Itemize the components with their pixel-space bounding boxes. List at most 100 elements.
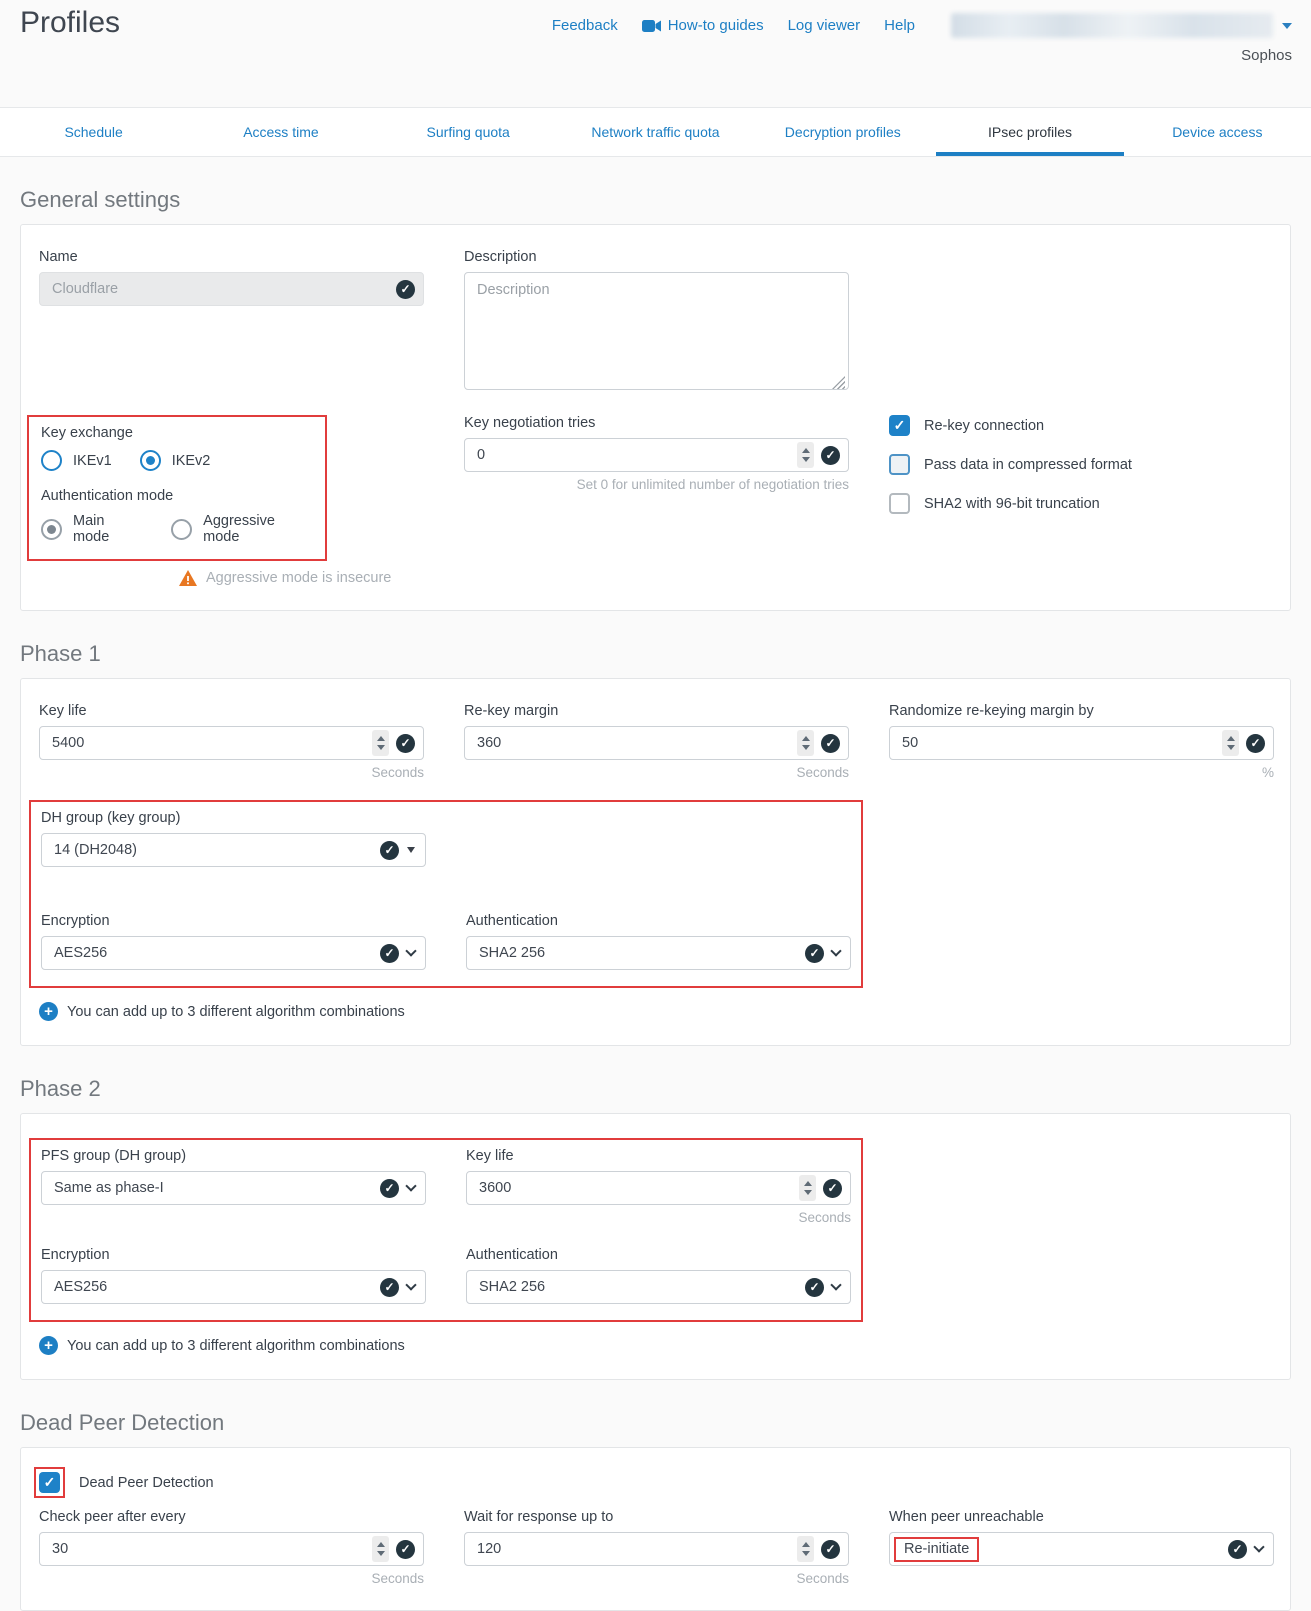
field-label: Encryption (41, 1247, 426, 1263)
log-viewer-label: Log viewer (788, 17, 861, 34)
valid-check-icon (380, 944, 399, 963)
header-links: Feedback How-to guides Log viewer Help (552, 13, 1292, 38)
tab-network-traffic-quota[interactable]: Network traffic quota (562, 108, 749, 156)
help-label: Help (884, 17, 915, 34)
p2-add-combination[interactable]: You can add up to 3 different algorithm … (39, 1336, 1272, 1355)
page-header: Profiles Feedback How-to guides Log view… (0, 0, 1311, 107)
check-peer-input[interactable] (39, 1532, 424, 1566)
p1-key-life-input[interactable] (39, 726, 424, 760)
key-negotiation-input[interactable] (464, 438, 849, 472)
valid-check-icon (805, 944, 824, 963)
p2-key-life-input[interactable] (466, 1171, 851, 1205)
p1-add-combination[interactable]: You can add up to 3 different algorithm … (39, 1002, 1272, 1021)
checkbox-rekey-connection[interactable]: Re-key connection (889, 415, 1274, 436)
name-input[interactable] (39, 272, 424, 306)
radio-aggressive-mode[interactable]: Aggressive mode (171, 513, 313, 545)
wait-response-input[interactable] (464, 1532, 849, 1566)
number-stepper[interactable] (799, 1175, 816, 1201)
radio-icon (41, 450, 62, 471)
howto-guides-link[interactable]: How-to guides (642, 17, 764, 34)
p2-authentication-field: Authentication SHA2 256 (466, 1247, 851, 1304)
tab-access-time[interactable]: Access time (187, 108, 374, 156)
select-value: 14 (DH2048) (54, 842, 137, 858)
valid-check-icon (821, 734, 840, 753)
key-negotiation-label: Key negotiation tries (464, 415, 849, 431)
select-value: SHA2 256 (479, 1279, 545, 1295)
phase2-heading: Phase 2 (20, 1076, 1291, 1102)
field-label: Authentication (466, 913, 851, 929)
tab-device-access[interactable]: Device access (1124, 108, 1311, 156)
tab-decryption-profiles[interactable]: Decryption profiles (749, 108, 936, 156)
field-label: Wait for response up to (464, 1509, 849, 1525)
number-stepper[interactable] (372, 1536, 389, 1562)
warning-text: Aggressive mode is insecure (206, 570, 391, 586)
tab-schedule[interactable]: Schedule (0, 108, 187, 156)
select-value: Same as phase-I (54, 1180, 164, 1196)
p2-authentication-select[interactable]: SHA2 256 (466, 1270, 851, 1304)
radio-ikev2[interactable]: IKEv2 (140, 450, 211, 471)
p1-encryption-select[interactable]: AES256 (41, 936, 426, 970)
valid-check-icon (396, 280, 415, 299)
phase1-card: Key life Seconds Re-key margin Seconds (20, 678, 1291, 1046)
phase2-card: PFS group (DH group) Same as phase-I Key… (20, 1113, 1291, 1380)
number-stepper[interactable] (797, 442, 814, 468)
header-right: Feedback How-to guides Log viewer Help S… (552, 13, 1292, 64)
plus-icon (39, 1002, 58, 1021)
select-value: AES256 (54, 1279, 107, 1295)
radio-main-mode-label: Main mode (73, 513, 143, 545)
p1-authentication-select[interactable]: SHA2 256 (466, 936, 851, 970)
dh-group-select[interactable]: 14 (DH2048) (41, 833, 426, 867)
dpd-enable-label: Dead Peer Detection (79, 1475, 214, 1491)
field-label: Re-key margin (464, 703, 849, 719)
tab-surfing-quota[interactable]: Surfing quota (375, 108, 562, 156)
description-textarea[interactable] (464, 272, 849, 390)
dpd-card: Dead Peer Detection Check peer after eve… (20, 1447, 1291, 1611)
radio-icon (41, 519, 62, 540)
radio-ikev1-label: IKEv1 (73, 453, 112, 469)
general-settings-heading: General settings (20, 187, 1291, 213)
peer-unreachable-select[interactable]: Re-initiate (889, 1532, 1274, 1566)
checkbox-label: SHA2 with 96-bit truncation (924, 496, 1100, 512)
log-viewer-link[interactable]: Log viewer (788, 17, 861, 34)
feedback-link[interactable]: Feedback (552, 17, 618, 34)
select-value: AES256 (54, 945, 107, 961)
dpd-checkbox[interactable] (39, 1472, 60, 1493)
phase1-algorithms-annotation: DH group (key group) 14 (DH2048) Encrypt… (29, 800, 863, 988)
field-label: DH group (key group) (41, 810, 426, 826)
chevron-down-icon (405, 945, 416, 956)
account-dropdown[interactable] (951, 13, 1292, 38)
tab-ipsec-profiles[interactable]: IPsec profiles (936, 108, 1123, 156)
chevron-down-icon (405, 1180, 416, 1191)
valid-check-icon (396, 1540, 415, 1559)
chevron-down-icon (830, 1279, 841, 1290)
name-field: Name (39, 249, 424, 395)
number-stepper[interactable] (1222, 730, 1239, 756)
radio-ikev1[interactable]: IKEv1 (41, 450, 112, 471)
valid-check-icon (1246, 734, 1265, 753)
field-label: PFS group (DH group) (41, 1148, 426, 1164)
field-label: Randomize re-keying margin by (889, 703, 1274, 719)
randomize-margin-input[interactable] (889, 726, 1274, 760)
pfs-group-select[interactable]: Same as phase-I (41, 1171, 426, 1205)
rekey-margin-input[interactable] (464, 726, 849, 760)
p2-encryption-select[interactable]: AES256 (41, 1270, 426, 1304)
radio-main-mode[interactable]: Main mode (41, 513, 143, 545)
chevron-down-icon (1253, 1541, 1264, 1552)
number-stepper[interactable] (797, 730, 814, 756)
valid-check-icon (380, 1278, 399, 1297)
reinitiate-annotation: Re-initiate (894, 1537, 979, 1562)
checkbox-sha2-truncation[interactable]: SHA2 with 96-bit truncation (889, 493, 1274, 514)
radio-ikev2-label: IKEv2 (172, 453, 211, 469)
field-label: Key life (39, 703, 424, 719)
help-link[interactable]: Help (884, 17, 915, 34)
number-stepper[interactable] (372, 730, 389, 756)
select-value: SHA2 256 (479, 945, 545, 961)
unit-label: Seconds (39, 765, 424, 780)
unit-label: Seconds (466, 1210, 851, 1225)
peer-unreachable-field: When peer unreachable Re-initiate (889, 1509, 1274, 1586)
valid-check-icon (396, 734, 415, 753)
number-stepper[interactable] (797, 1536, 814, 1562)
valid-check-icon (380, 1179, 399, 1198)
options-column: Re-key connection Pass data in compresse… (889, 415, 1274, 586)
checkbox-compressed-format[interactable]: Pass data in compressed format (889, 454, 1274, 475)
